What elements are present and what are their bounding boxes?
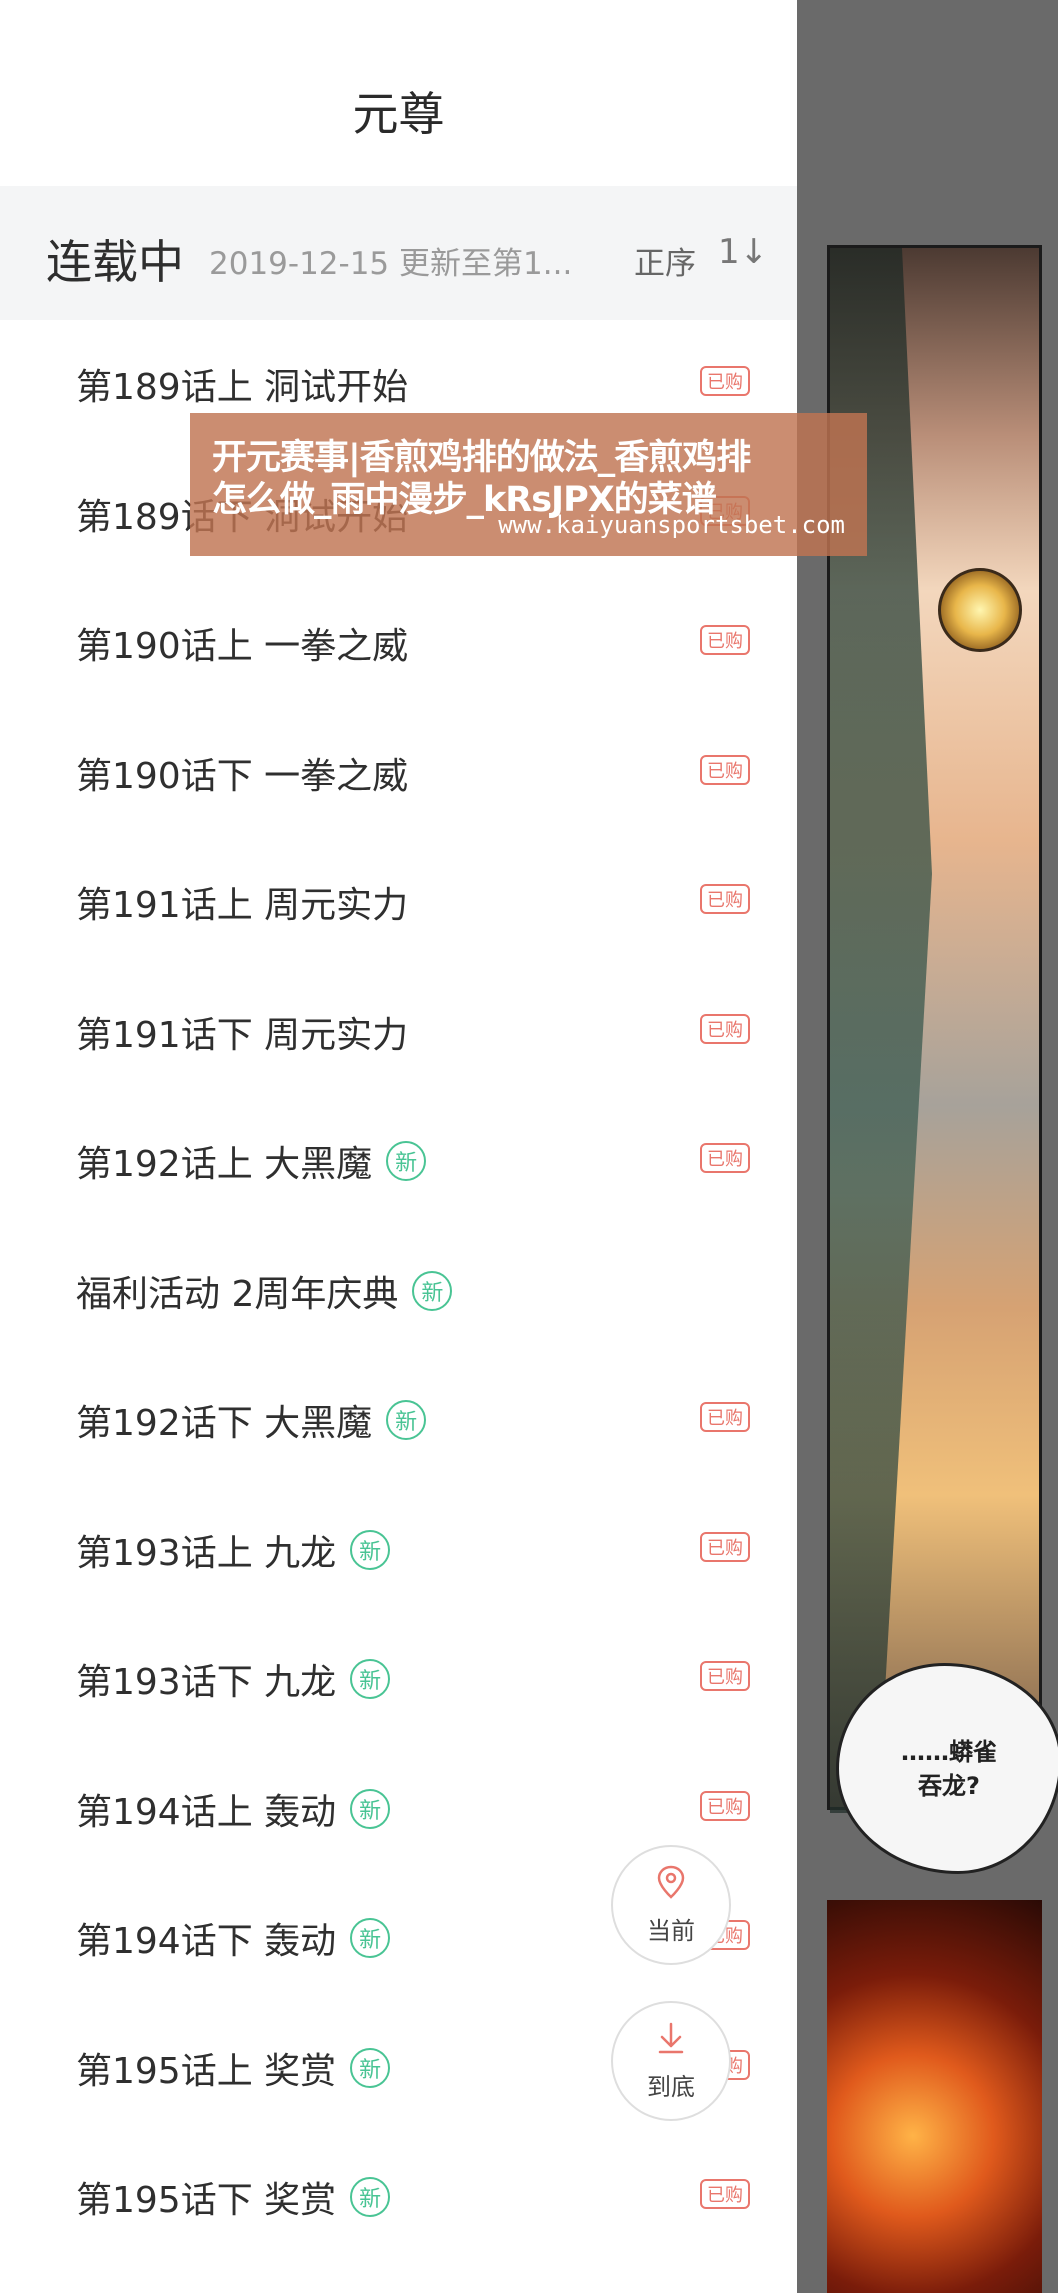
serialization-status: 连载中: [46, 235, 184, 289]
chapter-title-group: 第189话上 洞试开始: [76, 358, 408, 410]
new-badge: 新: [350, 2047, 391, 2088]
chapter-title-group: 福利活动 2周年庆典新: [76, 1265, 453, 1317]
purchased-badge: 已购: [700, 2179, 750, 2209]
new-badge: 新: [350, 1788, 391, 1829]
purchased-badge: 已购: [700, 1531, 750, 1562]
new-badge: 新: [386, 1400, 427, 1440]
chapter-title: 第192话下 大黑魔: [76, 1403, 373, 1444]
chapter-row[interactable]: 福利活动 2周年庆典新: [0, 1227, 797, 1357]
chapter-row[interactable]: 第193话下 九龙新 已购: [0, 1615, 797, 1745]
chapter-title: 第195话上 奖赏: [76, 2050, 337, 2092]
comic-panel-2: [827, 1900, 1042, 2293]
chapter-title-group: 第191话下 周元实力: [76, 1006, 408, 1058]
chapter-row[interactable]: 第191话下 周元实力 已购: [0, 968, 797, 1098]
purchased-badge: 已购: [700, 625, 750, 655]
chapter-title-group: 第194话上 轰动新: [76, 1783, 391, 1835]
purchased-badge: 已购: [700, 1661, 750, 1691]
chapter-row[interactable]: 第192话上 大黑魔新 已购: [0, 1097, 797, 1227]
watermark-banner: 开元赛事|香煎鸡排的做法_香煎鸡排 怎么做_雨中漫步_kRsJPX的菜谱 www…: [190, 413, 867, 556]
chapter-list: 第189话上 洞试开始已购第189话下 洞试开始已购第190话上 一拳之威已购第…: [0, 320, 797, 2263]
chapter-row[interactable]: 第195话下 奖赏新 已购: [0, 2133, 797, 2263]
chapter-title-group: 第195话上 奖赏新: [76, 2042, 391, 2094]
chapter-drawer: 元尊 连载中 2019-12-15 更新至第1... 正序 1↓ 第189话上 …: [0, 0, 797, 2293]
new-badge: 新: [350, 1529, 391, 1570]
chapter-row[interactable]: 第190话上 一拳之威 已购: [0, 579, 797, 709]
chapter-title: 第192话上 大黑魔: [76, 1144, 373, 1185]
chapter-title: 第193话上 九龙: [76, 1532, 337, 1574]
chapter-title: 第191话下 周元实力: [76, 1014, 409, 1056]
new-badge: 新: [350, 1918, 391, 1958]
chapter-row[interactable]: 第190话下 一拳之威 已购: [0, 709, 797, 839]
chapter-title-group: 第191话上 周元实力: [76, 876, 408, 928]
chapter-title-group: 第192话下 大黑魔新: [76, 1394, 427, 1446]
jump-to-current-label: 当前: [647, 1916, 695, 1945]
sort-icon[interactable]: 1↓: [718, 232, 768, 272]
jump-to-current-button[interactable]: 当前: [611, 1845, 731, 1965]
chapter-title-group: 第193话下 九龙新: [76, 1653, 391, 1705]
location-pin-icon: [656, 1865, 686, 1907]
purchased-badge: 已购: [700, 1402, 750, 1432]
speech-bubble: ……蟒雀 吞龙?: [836, 1663, 1058, 1874]
purchased-badge: 已购: [700, 754, 750, 785]
purchased-badge: 已购: [700, 1143, 750, 1173]
watermark-url: www.kaiyuansportsbet.com: [498, 511, 845, 539]
purchased-badge: 已购: [700, 1790, 750, 1821]
purchased-badge: 已购: [700, 366, 750, 396]
new-badge: 新: [386, 1141, 427, 1181]
sort-order-button[interactable]: 正序: [634, 238, 696, 283]
chapter-title: 第191话上 周元实力: [76, 885, 409, 926]
chapter-row[interactable]: 第192话下 大黑魔新 已购: [0, 1356, 797, 1486]
chapter-title: 第190话下 一拳之威: [76, 755, 409, 797]
comic-title: 元尊: [352, 87, 445, 141]
purchased-badge: 已购: [700, 1013, 750, 1044]
purchased-badge: 已购: [700, 884, 750, 914]
jump-to-bottom-button[interactable]: 到底: [611, 2001, 731, 2121]
chapter-title-group: 第190话下 一拳之威: [76, 747, 408, 799]
new-badge: 新: [350, 2177, 391, 2217]
speech-bubble-line-1: ……蟒雀: [901, 1737, 997, 1766]
new-badge: 新: [412, 1270, 453, 1311]
chapter-title-group: 第192话上 大黑魔新: [76, 1135, 427, 1187]
speech-bubble-line-2: 吞龙?: [918, 1771, 980, 1800]
chapter-title: 第193话下 九龙: [76, 1662, 337, 1703]
chapter-title-group: 第195话下 奖赏新: [76, 2171, 391, 2223]
chapter-title: 福利活动 2周年庆典: [76, 1273, 399, 1315]
chapter-row[interactable]: 第193话上 九龙新 已购: [0, 1486, 797, 1616]
chapter-title-group: 第193话上 九龙新: [76, 1524, 391, 1576]
chapter-title: 第194话下 轰动: [76, 1921, 337, 1962]
chapter-title-group: 第194话下 轰动新: [76, 1912, 391, 1964]
chapter-title: 第190话上 一拳之威: [76, 626, 409, 667]
chapter-title: 第189话上 洞试开始: [76, 367, 409, 408]
chapter-row[interactable]: 第191话上 周元实力 已购: [0, 838, 797, 968]
comic-character-eye: [938, 568, 1022, 652]
new-badge: 新: [350, 1659, 391, 1699]
jump-to-bottom-label: 到底: [647, 2072, 695, 2101]
chapter-title: 第195话下 奖赏: [76, 2180, 337, 2221]
chapter-title: 第194话上 轰动: [76, 1791, 337, 1833]
arrow-down-to-line-icon: [656, 2021, 686, 2063]
serialization-status-bar: 连载中 2019-12-15 更新至第1... 正序 1↓: [0, 186, 797, 320]
chapter-title-group: 第190话上 一拳之威: [76, 617, 408, 669]
update-info: 2019-12-15 更新至第1...: [209, 246, 573, 282]
comic-page-backdrop[interactable]: ……蟒雀 吞龙?: [797, 0, 1058, 2293]
